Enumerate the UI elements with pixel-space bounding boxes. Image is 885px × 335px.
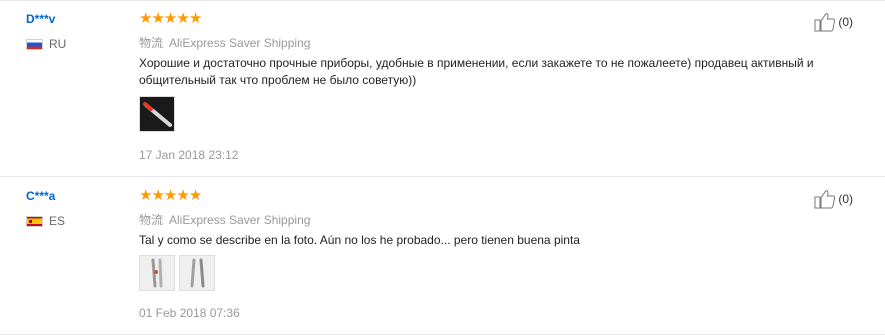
star-icon: ★	[163, 187, 177, 204]
star-icon: ★	[188, 10, 202, 27]
star-icon: ★	[176, 10, 189, 27]
russia-flag-icon	[26, 38, 43, 50]
country-code: RU	[49, 37, 67, 51]
reviewer-name[interactable]: C***a	[26, 189, 55, 203]
review-photo[interactable]	[139, 255, 175, 291]
review-text: Tal y como se describe en la foto. Aún n…	[139, 233, 580, 247]
rating-stars: ★ ★ ★ ★ ★	[139, 10, 202, 27]
country-code: ES	[49, 214, 66, 228]
helpful-count: (0)	[838, 15, 853, 29]
review-photos	[139, 96, 175, 132]
helpful-button[interactable]: (0)	[814, 189, 853, 209]
shipping-method: AliExpress Saver Shipping	[169, 213, 311, 227]
star-icon: ★	[151, 187, 164, 204]
thumbs-up-icon	[814, 190, 836, 209]
cutlery-photo-icon	[190, 258, 205, 288]
shipping-prefix: 物流	[139, 213, 164, 227]
spain-flag-icon	[26, 215, 43, 227]
cutlery-photo-icon	[151, 258, 163, 288]
review-photos	[139, 255, 215, 291]
review-photo[interactable]	[179, 255, 215, 291]
thumbs-up-icon	[814, 13, 836, 32]
star-icon: ★	[163, 10, 177, 27]
helpful-button[interactable]: (0)	[814, 12, 853, 32]
review-photo[interactable]	[139, 96, 175, 132]
shipping-info: 物流 AliExpress Saver Shipping	[139, 211, 310, 228]
review-item: C***a ES ★ ★ ★ ★ ★ 物流 AliExpress Saver Sh…	[0, 177, 885, 335]
rating-stars: ★ ★ ★ ★ ★	[139, 187, 202, 204]
shipping-method: AliExpress Saver Shipping	[169, 36, 311, 50]
shipping-info: 物流 AliExpress Saver Shipping	[139, 34, 310, 51]
star-icon: ★	[151, 10, 164, 27]
star-icon: ★	[188, 187, 202, 204]
reviewer-name[interactable]: D***v	[26, 12, 55, 26]
review-text: Хорошие и достаточно прочные приборы, уд…	[139, 56, 814, 87]
helpful-count: (0)	[838, 192, 853, 206]
knife-photo-icon	[143, 102, 172, 127]
reviewer-country: ES	[26, 214, 65, 228]
review-item: D***v RU ★ ★ ★ ★ ★ 物流 AliExpress Saver Sh…	[0, 0, 885, 177]
reviewer-country: RU	[26, 37, 66, 51]
star-icon: ★	[176, 187, 189, 204]
shipping-prefix: 物流	[139, 36, 164, 50]
review-date: 01 Feb 2018 07:36	[139, 306, 240, 320]
star-icon: ★	[139, 187, 152, 204]
star-icon: ★	[139, 10, 152, 27]
review-date: 17 Jan 2018 23:12	[139, 148, 239, 162]
